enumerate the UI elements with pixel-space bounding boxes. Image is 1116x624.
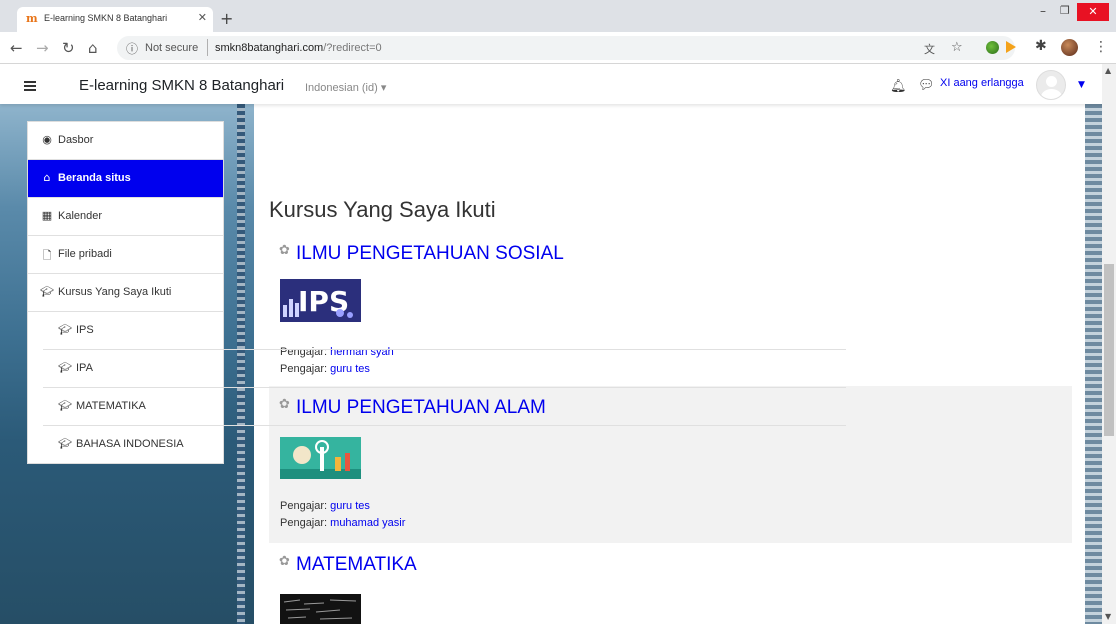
site-viewport: E-learning SMKN 8 Batanghari Indonesian … [0,64,1116,624]
sidebar-item-beranda-situs[interactable]: ⌂ Beranda situs [28,160,223,198]
sidebar-item-kursus-yang-saya-ikuti[interactable]: 🎓︎ Kursus Yang Saya Ikuti [28,274,223,312]
sidebar-item-bahasa-indonesia[interactable]: 🎓︎ BAHASA INDONESIA [43,426,846,464]
sidebar-item-file-pribadi[interactable]: 🗋︎ File pribadi [28,236,223,274]
info-icon[interactable]: ⓘ [126,40,138,57]
site-name[interactable]: E-learning SMKN 8 Batanghari [79,77,284,94]
url-host: smkn8batanghari.com [215,42,324,54]
language-label: Indonesian (id) [305,82,378,94]
chat-icon[interactable]: 💬︎ [918,78,935,93]
sidebar-item-ips[interactable]: 🎓︎ IPS [43,312,846,350]
sidebar-item-matematika[interactable]: 🎓︎ MATEMATIKA [43,388,846,426]
sidebar-item-label: Kursus Yang Saya Ikuti [58,286,172,298]
chevron-down-icon[interactable]: ▼ [1078,80,1085,90]
sidebar-item-label: IPA [76,362,93,374]
address-bar[interactable]: ⓘ Not secure smkn8batanghari.com/?redire… [117,36,1015,60]
graduation-cap-icon: 🎓︎ [58,437,72,450]
scroll-up-icon[interactable]: ▲ [1105,66,1111,75]
reload-icon[interactable]: ↻ [62,39,75,57]
teacher-line: Pengajar: guru tes [280,500,370,512]
background-decoration [1085,104,1102,624]
avatar[interactable] [1036,70,1066,100]
bell-icon[interactable]: 🔔︎ [890,79,907,94]
back-icon[interactable]: ← [10,39,23,57]
extension-puzzle-icon[interactable]: ✱ [1035,38,1048,54]
url-divider [207,39,208,56]
graduation-cap-icon: 🎓︎ [58,399,72,412]
user-menu-name[interactable]: XI aang erlangga [940,77,1024,89]
teacher-line: Pengajar: muhamad yasir [280,517,405,529]
sidebar-item-label: BAHASA INDONESIA [76,438,184,450]
menu-icon[interactable]: ⋮ [1094,39,1108,55]
moodle-favicon-icon: m [26,12,38,25]
security-label: Not secure [145,42,199,54]
restore-icon[interactable]: ❐ [1060,4,1070,17]
teacher-link[interactable]: muhamad yasir [330,517,405,529]
site-navbar: E-learning SMKN 8 Batanghari Indonesian … [0,64,1116,104]
matematika-course-image [280,594,361,624]
page-scrollbar[interactable]: ▲ ▼ [1102,64,1116,624]
translate-icon[interactable]: 文 [924,41,935,57]
browser-toolbar: ← → ↻ ⌂ ⓘ Not secure smkn8batanghari.com… [0,32,1116,64]
scroll-down-icon[interactable]: ▼ [1105,612,1111,621]
browser-tabbar: m E-learning SMKN 8 Batanghari ✕ + – ❐ ✕ [0,0,1116,32]
drawer-toggle-button[interactable] [13,73,49,99]
teacher-label: Pengajar: [280,517,331,529]
language-menu[interactable]: Indonesian (id) ▾ [305,81,386,94]
sidebar-item-ipa[interactable]: 🎓︎ IPA [43,350,846,388]
course-image[interactable] [280,594,361,624]
forward-icon[interactable]: → [36,39,49,57]
close-window-icon[interactable]: ✕ [1077,3,1109,21]
calendar-icon: ▦ [41,209,53,222]
graduation-cap-icon: 🎓︎ [58,323,72,336]
url-text[interactable]: smkn8batanghari.com/?redirect=0 [215,42,382,54]
course-title-link[interactable]: ILMU PENGETAHUAN SOSIAL [296,243,564,265]
chevron-down-icon: ▾ [380,82,387,94]
page-title: Kursus Yang Saya Ikuti [269,197,496,222]
new-tab-icon[interactable]: + [220,9,233,28]
sidebar-item-kalender[interactable]: ▦ Kalender [28,198,223,236]
sidebar-item-label: IPS [76,324,94,336]
scrollbar-thumb[interactable] [1104,264,1114,436]
url-path: /?redirect=0 [323,42,382,54]
course-icon: ✿ [279,243,290,258]
close-tab-icon[interactable]: ✕ [198,11,207,24]
sidebar-item-dasbor[interactable]: ◉ Dasbor [28,122,223,160]
tab-title: E-learning SMKN 8 Batanghari [44,13,168,23]
graduation-cap-icon: 🎓︎ [40,285,54,298]
file-icon: 🗋︎ [42,249,52,262]
home-icon[interactable]: ⌂ [88,39,98,57]
course-card: ✿ MATEMATIKA [269,543,1072,624]
sidebar-item-label: Beranda situs [58,172,131,184]
browser-tab[interactable]: m E-learning SMKN 8 Batanghari ✕ [17,7,213,32]
home-icon: ⌂ [43,171,51,184]
course-title-link[interactable]: MATEMATIKA [296,554,417,576]
extension-play-icon[interactable] [1006,41,1016,53]
sidebar-item-label: Dasbor [58,134,94,146]
extension-globe-icon[interactable] [986,41,999,54]
nav-drawer: ◉ Dasbor ⌂ Beranda situs ▦ Kalender 🗋︎ F… [27,121,846,464]
teacher-label: Pengajar: [280,500,331,512]
sidebar-item-label: Kalender [58,210,103,222]
teacher-link[interactable]: guru tes [330,500,370,512]
course-icon: ✿ [279,554,290,569]
sidebar-item-label: File pribadi [58,248,112,260]
dashboard-icon: ◉ [42,133,52,146]
profile-avatar-icon[interactable] [1061,39,1078,56]
sidebar-item-label: MATEMATIKA [76,400,146,412]
minimize-icon[interactable]: – [1040,4,1046,18]
star-icon[interactable]: ☆ [951,40,963,55]
graduation-cap-icon: 🎓︎ [58,361,72,374]
